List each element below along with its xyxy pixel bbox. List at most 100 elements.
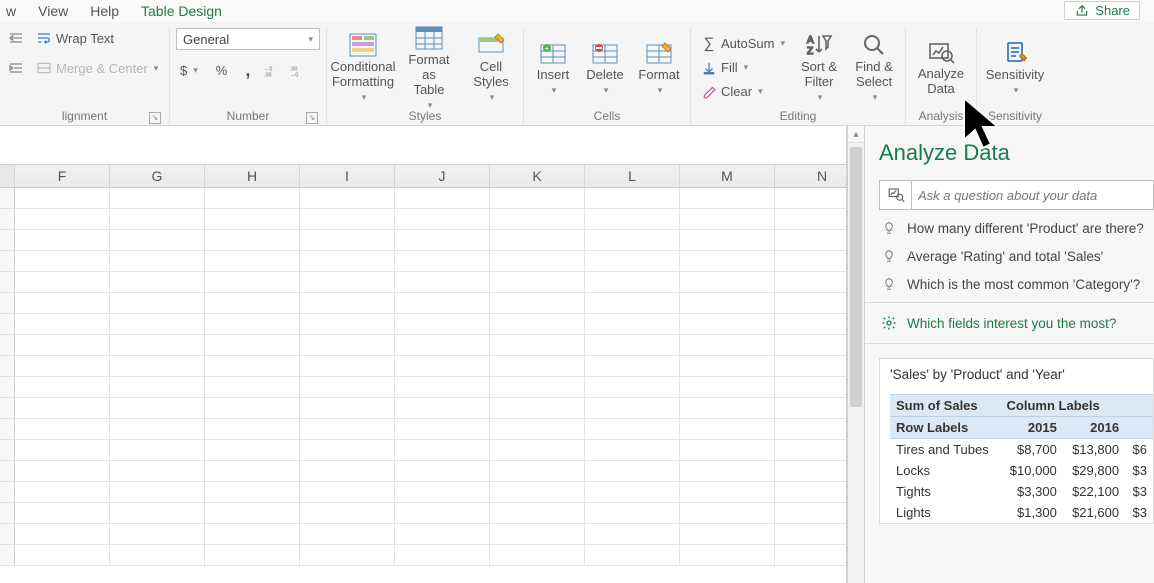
- fill-icon: [701, 60, 717, 76]
- grid-row[interactable]: [0, 545, 846, 566]
- column-header[interactable]: H: [205, 165, 300, 187]
- share-label: Share: [1095, 3, 1130, 18]
- column-header[interactable]: J: [395, 165, 490, 187]
- analyze-data-icon: [926, 39, 956, 65]
- number-format-value: General: [183, 32, 229, 47]
- percent-button[interactable]: %: [212, 61, 232, 80]
- increase-decimal-icon[interactable]: ←0.00: [264, 63, 280, 79]
- find-select-button[interactable]: Find & Select ▾: [849, 31, 899, 105]
- pivot-year-header: 2015: [1001, 417, 1063, 439]
- number-launcher[interactable]: ↘: [306, 112, 318, 124]
- sort-filter-button[interactable]: AZ Sort & Filter ▾: [795, 31, 843, 105]
- suggestion-item[interactable]: Which is the most common 'Category'?: [881, 276, 1148, 292]
- column-header[interactable]: L: [585, 165, 680, 187]
- insert-cells-button[interactable]: + Insert ▾: [530, 31, 576, 105]
- find-select-label: Find & Select: [855, 60, 893, 90]
- conditional-formatting-label: Conditional Formatting: [330, 60, 395, 90]
- group-number-label: Number: [227, 109, 270, 123]
- grid-row[interactable]: [0, 524, 846, 545]
- decrease-decimal-icon[interactable]: .00→0: [290, 63, 306, 79]
- grid-row[interactable]: [0, 461, 846, 482]
- pivot-year-header: 2016: [1063, 417, 1125, 439]
- grid-row[interactable]: [0, 356, 846, 377]
- share-icon: [1074, 3, 1090, 19]
- chevron-down-icon: ▾: [873, 92, 878, 102]
- pivot-row: Locks$10,000$29,800$3: [890, 460, 1153, 481]
- format-cells-button[interactable]: Format ▾: [634, 31, 684, 105]
- share-button[interactable]: Share: [1064, 1, 1140, 20]
- format-as-table-label: Format as Table: [403, 53, 455, 98]
- grid-row[interactable]: [0, 503, 846, 524]
- pane-search-input[interactable]: [912, 188, 1153, 203]
- column-header[interactable]: M: [680, 165, 775, 187]
- grid-row[interactable]: [0, 482, 846, 503]
- group-editing-label: Editing: [780, 109, 817, 123]
- insight-card[interactable]: 'Sales' by 'Product' and 'Year' Sum of S…: [879, 358, 1154, 524]
- menu-view[interactable]: View: [38, 3, 68, 19]
- analyze-data-pane: Analyze Data How many different 'Product…: [864, 126, 1154, 583]
- grid-row[interactable]: [0, 209, 846, 230]
- format-as-table-button[interactable]: Format as Table ▾: [399, 31, 459, 105]
- comma-button[interactable]: ,: [241, 58, 254, 83]
- indent-increase-icon[interactable]: [8, 60, 24, 76]
- alignment-launcher[interactable]: ↘: [149, 112, 161, 124]
- pane-search-box[interactable]: [879, 180, 1154, 210]
- gear-icon: [881, 315, 897, 331]
- column-header[interactable]: N: [775, 165, 847, 187]
- group-analysis-label: Analysis: [919, 109, 964, 123]
- grid-row[interactable]: [0, 272, 846, 293]
- grid-row[interactable]: [0, 314, 846, 335]
- fill-button[interactable]: Fill ▾: [697, 58, 789, 78]
- scroll-up-icon[interactable]: ▴: [848, 126, 864, 143]
- grid-row[interactable]: [0, 188, 846, 209]
- delete-cells-button[interactable]: Delete ▾: [582, 31, 628, 105]
- wrap-text-button[interactable]: Wrap Text: [32, 28, 118, 48]
- wrap-text-label: Wrap Text: [56, 31, 114, 46]
- indent-decrease-icon[interactable]: [8, 30, 24, 46]
- column-header[interactable]: K: [490, 165, 585, 187]
- grid-row[interactable]: [0, 419, 846, 440]
- column-header[interactable]: G: [110, 165, 205, 187]
- menu-help[interactable]: Help: [90, 3, 119, 19]
- tab-table-design[interactable]: Table Design: [141, 3, 222, 19]
- number-format-select[interactable]: General ▾: [176, 28, 320, 50]
- chevron-down-icon: ▾: [362, 92, 367, 102]
- fields-interest-link[interactable]: Which fields interest you the most?: [865, 303, 1154, 344]
- chevron-down-icon: ▾: [154, 63, 159, 74]
- conditional-formatting-button[interactable]: Conditional Formatting ▾: [333, 31, 393, 105]
- grid-row[interactable]: [0, 251, 846, 272]
- spreadsheet-grid[interactable]: FGHIJKLMN: [0, 126, 847, 583]
- pivot-row: Lights$1,300$21,600$3: [890, 502, 1153, 523]
- suggestion-item[interactable]: How many different 'Product' are there?: [881, 220, 1148, 236]
- clear-button[interactable]: Clear ▾: [697, 82, 789, 102]
- chevron-down-icon: ▾: [658, 85, 663, 95]
- grid-row[interactable]: [0, 377, 846, 398]
- chevron-down-icon: ▾: [744, 62, 749, 73]
- vertical-scrollbar[interactable]: ▴: [847, 126, 864, 583]
- chevron-down-icon: ▾: [490, 92, 495, 102]
- currency-button[interactable]: $▾: [176, 61, 202, 80]
- pivot-sum-label: Sum of Sales: [890, 395, 1001, 417]
- lightbulb-icon: [881, 276, 897, 292]
- cell-styles-button[interactable]: Cell Styles ▾: [465, 31, 517, 105]
- autosum-button[interactable]: ∑ AutoSum ▾: [697, 34, 789, 54]
- svg-text:A: A: [807, 35, 814, 46]
- grid-row[interactable]: [0, 398, 846, 419]
- format-cells-label: Format: [638, 68, 679, 83]
- grid-row[interactable]: [0, 335, 846, 356]
- insight-pivot-table: Sum of Sales Column Labels Row Labels 20…: [890, 394, 1153, 523]
- grid-row[interactable]: [0, 293, 846, 314]
- suggestion-item[interactable]: Average 'Rating' and total 'Sales': [881, 248, 1148, 264]
- cell-styles-label: Cell Styles: [473, 60, 508, 90]
- sensitivity-button[interactable]: Sensitivity ▾: [983, 31, 1047, 105]
- group-alignment-label: lignment: [62, 109, 107, 123]
- sensitivity-icon: [1000, 40, 1030, 66]
- column-header[interactable]: I: [300, 165, 395, 187]
- merge-center-button[interactable]: Merge & Center ▾: [32, 58, 162, 78]
- grid-row[interactable]: [0, 440, 846, 461]
- group-styles-label: Styles: [409, 109, 442, 123]
- analyze-data-button[interactable]: Analyze Data: [912, 31, 970, 105]
- grid-row[interactable]: [0, 230, 846, 251]
- column-header[interactable]: F: [15, 165, 110, 187]
- scroll-thumb[interactable]: [850, 147, 862, 407]
